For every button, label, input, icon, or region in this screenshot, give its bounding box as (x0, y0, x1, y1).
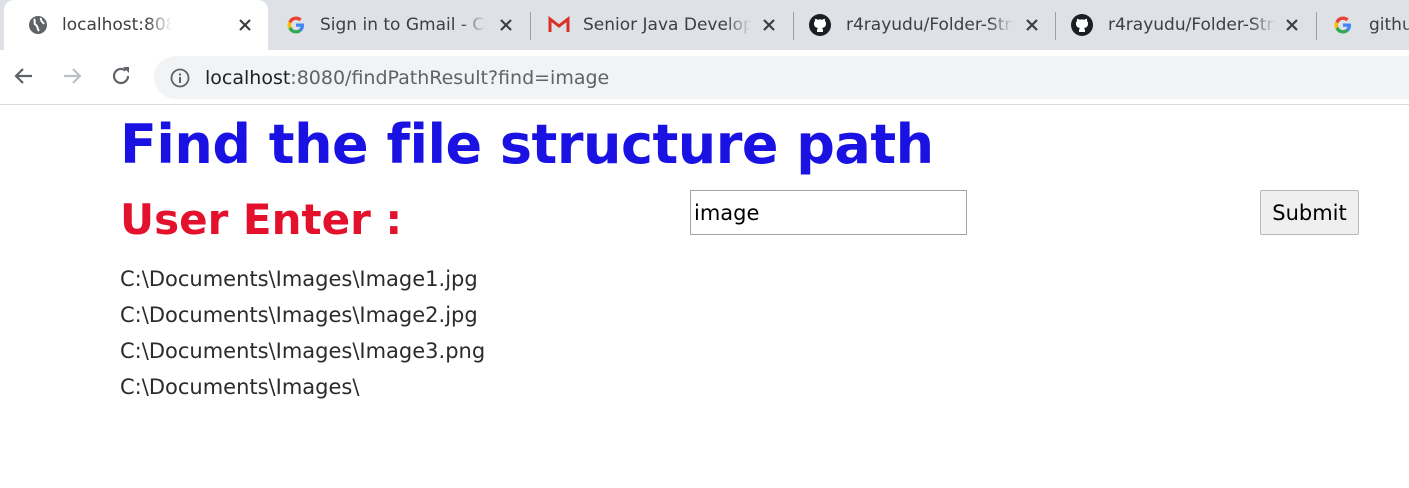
tab-title: Sign in to Gmail - Computer (320, 13, 486, 37)
close-icon[interactable] (759, 15, 779, 35)
submit-button[interactable]: Submit (1260, 190, 1359, 235)
close-icon[interactable] (235, 15, 255, 35)
result-item: C:\Documents\Images\Image1.jpg (120, 267, 478, 291)
close-icon[interactable] (1022, 15, 1042, 35)
globe-icon (26, 13, 50, 37)
reload-icon[interactable] (107, 62, 135, 90)
back-arrow-icon[interactable] (10, 62, 38, 90)
google-icon (1331, 13, 1355, 37)
tab-strip: localhost:8080/findPathResult Sign in to… (0, 0, 1409, 50)
close-icon[interactable] (1282, 15, 1302, 35)
tab-senior-java[interactable]: Senior Java Developer (531, 0, 793, 50)
url-path: :8080/findPathResult?find=image (290, 67, 610, 89)
find-input[interactable] (690, 190, 967, 235)
tab-localhost[interactable]: localhost:8080/findPathResult (4, 0, 268, 50)
result-item: C:\Documents\Images\Image3.png (120, 339, 486, 363)
tab-title: r4rayudu/Folder-Structure (846, 13, 1014, 37)
tab-gmail-signin[interactable]: Sign in to Gmail - Computer (268, 0, 530, 50)
github-icon (808, 13, 832, 37)
tab-title: github (1369, 13, 1409, 37)
address-bar[interactable]: localhost:8080/findPathResult?find=image (154, 56, 1409, 99)
close-icon[interactable] (496, 15, 516, 35)
tab-title: Senior Java Developer (583, 13, 751, 37)
github-icon (1070, 13, 1094, 37)
tab-github-1[interactable]: r4rayudu/Folder-Structure (794, 0, 1056, 50)
tab-title: localhost:8080/findPathResult (62, 13, 172, 37)
page-title: Find the file structure path (120, 113, 934, 176)
tab-github-2[interactable]: r4rayudu/Folder-Structure (1056, 0, 1318, 50)
tab-github-search[interactable]: github (1317, 0, 1409, 50)
browser-toolbar: localhost:8080/findPathResult?find=image (0, 50, 1409, 105)
google-icon (284, 13, 308, 37)
info-icon[interactable] (168, 66, 192, 90)
result-item: C:\Documents\Images\ (120, 375, 360, 399)
tab-title: r4rayudu/Folder-Structure (1108, 13, 1276, 37)
results-list: C:\Documents\Images\Image1.jpg C:\Docume… (120, 261, 485, 405)
gmail-icon (547, 13, 571, 37)
url-text[interactable]: localhost:8080/findPathResult?find=image (205, 65, 609, 91)
user-enter-label: User Enter : (120, 195, 403, 244)
url-host: localhost (205, 67, 291, 89)
forward-arrow-icon[interactable] (58, 62, 86, 90)
result-item: C:\Documents\Images\Image2.jpg (120, 303, 478, 327)
